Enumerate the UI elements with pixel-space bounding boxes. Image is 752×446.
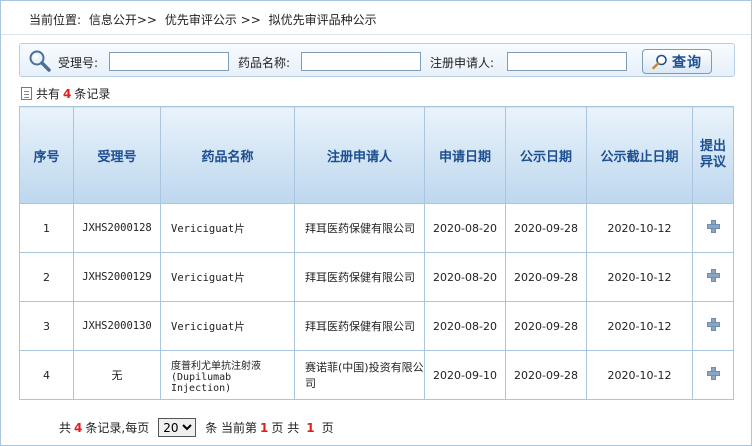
table-row: 1 JXHS2000128 Vericiguat片 拜耳医药保健有限公司 202…	[19, 203, 734, 253]
cell-deadline: 2020-10-12	[586, 203, 693, 253]
cell-drug-name: Vericiguat片	[160, 203, 295, 253]
applicant-input[interactable]	[507, 52, 627, 71]
results-table: 序号 受理号 药品名称 注册申请人 申请日期 公示日期 公示截止日期 提出异议 …	[19, 106, 734, 400]
header-applicant: 注册申请人	[294, 106, 425, 204]
header-objection: 提出异议	[692, 106, 734, 204]
pager-current: 1	[260, 420, 269, 435]
cell-publish-date: 2020-09-28	[505, 301, 587, 351]
cell-accept-no: 无	[73, 350, 161, 400]
cell-no: 2	[19, 252, 74, 302]
pager-text-4: 页 共	[271, 421, 300, 435]
search-bar: 受理号: 药品名称: 注册申请人: 查询	[19, 43, 735, 77]
cell-objection	[692, 203, 734, 253]
cell-objection	[692, 301, 734, 351]
breadcrumb: 当前位置: 信息公开>> 优先审评公示 >> 拟优先审评品种公示	[1, 1, 751, 35]
cell-accept-no: JXHS2000128	[73, 203, 161, 253]
accept-no-input[interactable]	[109, 52, 229, 71]
accept-no-label: 受理号:	[58, 56, 99, 70]
table-row: 3 JXHS2000130 Vericiguat片 拜耳医药保健有限公司 202…	[19, 301, 734, 351]
search-button-icon	[652, 54, 667, 69]
cell-applicant: 拜耳医药保健有限公司	[294, 301, 425, 351]
record-count-suffix: 条记录	[74, 87, 111, 101]
cell-drug-name: Vericiguat片	[160, 252, 295, 302]
page-frame: 当前位置: 信息公开>> 优先审评公示 >> 拟优先审评品种公示 受理号: 药品…	[0, 0, 752, 446]
cell-accept-no: JXHS2000129	[73, 252, 161, 302]
table-row: 2 JXHS2000129 Vericiguat片 拜耳医药保健有限公司 202…	[19, 252, 734, 302]
record-count-value: 4	[63, 86, 72, 101]
cell-publish-date: 2020-09-28	[505, 350, 587, 400]
drug-name-input[interactable]	[301, 52, 421, 71]
cell-publish-date: 2020-09-28	[505, 252, 587, 302]
plus-icon[interactable]	[706, 367, 720, 380]
pager-text-3: 条 当前第	[205, 421, 258, 435]
header-accept-no: 受理号	[73, 106, 161, 204]
cell-applicant: 赛诺菲(中国)投资有限公司	[294, 350, 425, 400]
header-apply-date: 申请日期	[424, 106, 506, 204]
cell-drug-name: 度普利尤单抗注射液(Dupilumab Injection)	[160, 350, 295, 400]
cell-accept-no: JXHS2000130	[73, 301, 161, 351]
pager-total: 4	[74, 420, 83, 435]
document-icon	[21, 87, 32, 100]
cell-applicant: 拜耳医药保健有限公司	[294, 252, 425, 302]
breadcrumb-prefix: 当前位置:	[29, 13, 82, 27]
cell-apply-date: 2020-08-20	[424, 301, 506, 351]
cell-applicant: 拜耳医药保健有限公司	[294, 203, 425, 253]
cell-apply-date: 2020-08-20	[424, 252, 506, 302]
applicant-label: 注册申请人:	[430, 56, 495, 70]
cell-deadline: 2020-10-12	[586, 301, 693, 351]
cell-objection	[692, 350, 734, 400]
pager-text-5: 页	[321, 421, 334, 435]
cell-deadline: 2020-10-12	[586, 252, 693, 302]
cell-no: 3	[19, 301, 74, 351]
cell-apply-date: 2020-09-10	[424, 350, 506, 400]
cell-publish-date: 2020-09-28	[505, 203, 587, 253]
breadcrumb-link-priority[interactable]: 优先审评公示 >>	[165, 13, 261, 27]
breadcrumb-current: 拟优先审评品种公示	[268, 13, 377, 27]
drug-name-label: 药品名称:	[238, 56, 291, 70]
cell-apply-date: 2020-08-20	[424, 203, 506, 253]
table-header-row: 序号 受理号 药品名称 注册申请人 申请日期 公示日期 公示截止日期 提出异议	[19, 106, 734, 204]
record-count-prefix: 共有	[36, 87, 61, 101]
cell-objection	[692, 252, 734, 302]
plus-icon[interactable]	[706, 318, 720, 331]
header-deadline: 公示截止日期	[586, 106, 693, 204]
pager-pages: 1	[306, 420, 315, 435]
breadcrumb-link-info[interactable]: 信息公开>>	[89, 13, 157, 27]
page-size-select[interactable]: 20	[158, 418, 197, 437]
pager-text-2: 条记录,每页	[85, 421, 150, 435]
cell-drug-name: Vericiguat片	[160, 301, 295, 351]
table-row: 4 无 度普利尤单抗注射液(Dupilumab Injection) 赛诺菲(中…	[19, 350, 734, 400]
cell-no: 1	[19, 203, 74, 253]
record-count: 共有 4 条记录	[21, 85, 110, 102]
header-drug-name: 药品名称	[160, 106, 295, 204]
plus-icon[interactable]	[706, 220, 720, 233]
pager-text-1: 共	[59, 421, 72, 435]
header-no: 序号	[19, 106, 74, 204]
header-publish-date: 公示日期	[505, 106, 587, 204]
search-button[interactable]: 查询	[642, 49, 712, 74]
magnifier-icon	[29, 50, 51, 72]
plus-icon[interactable]	[706, 269, 720, 282]
search-button-label: 查询	[672, 54, 702, 71]
cell-no: 4	[19, 350, 74, 400]
cell-deadline: 2020-10-12	[586, 350, 693, 400]
pager: 共 4 条记录,每页 20 条 当前第 1 页 共 1 页	[59, 418, 334, 437]
